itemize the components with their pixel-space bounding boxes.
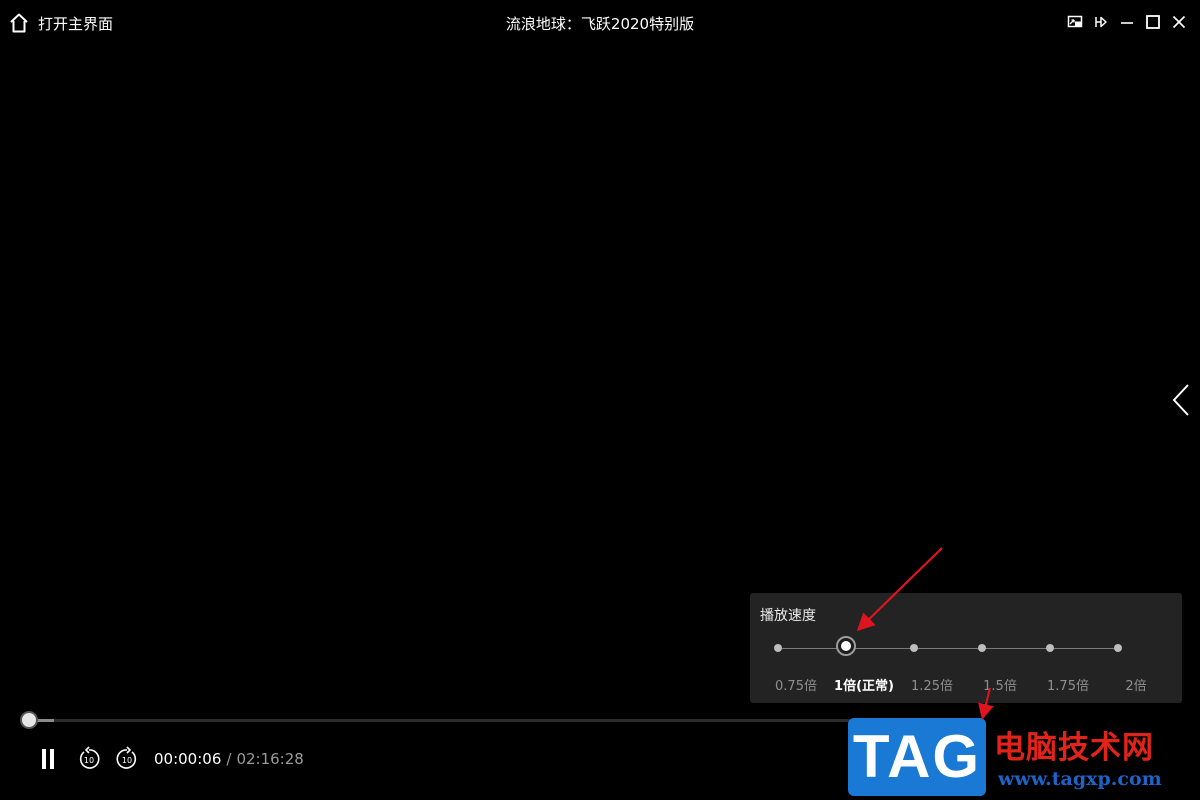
title-bar: 打开主界面 流浪地球：飞跃2020特别版 [0, 0, 1200, 46]
minimize-icon [1121, 22, 1133, 24]
maximize-icon [1146, 15, 1160, 29]
total-time: 02:16:28 [236, 750, 304, 768]
rewind-10-button[interactable]: 10 [76, 745, 102, 773]
speed-option-label[interactable]: 1.5倍 [983, 675, 1017, 694]
close-button[interactable] [1166, 8, 1192, 36]
time-separator: / [226, 750, 232, 768]
progress-handle[interactable] [22, 713, 36, 727]
video-title: 流浪地球：飞跃2020特别版 [505, 15, 695, 33]
speed-option-label[interactable]: 1.25倍 [911, 675, 953, 694]
expand-sidebar-chevron-icon[interactable] [1170, 383, 1192, 417]
tag-logo-text: TAG [852, 723, 982, 790]
forward-10-button[interactable]: 10 [114, 745, 140, 773]
speed-option-label[interactable]: 0.75倍 [775, 675, 817, 694]
picture-in-picture-icon [1067, 15, 1083, 28]
close-icon [1172, 15, 1186, 29]
speed-option-dot[interactable] [774, 644, 782, 652]
pin-icon [1095, 16, 1107, 28]
maximize-button[interactable] [1140, 8, 1166, 36]
playback-speed-title: 播放速度 [760, 608, 816, 624]
progress-bar[interactable] [22, 713, 850, 727]
speed-option-dot[interactable] [978, 644, 986, 652]
speed-option-dot[interactable] [1046, 644, 1054, 652]
speed-option-dot[interactable] [910, 644, 918, 652]
speed-option-dot[interactable] [836, 636, 856, 656]
window-controls [1062, 8, 1200, 36]
picture-in-picture-button[interactable] [1062, 8, 1088, 36]
rewind-10-icon: 10 [79, 746, 100, 769]
pin-on-top-button[interactable] [1088, 8, 1114, 36]
speed-option-label[interactable]: 1倍(正常) [834, 675, 894, 694]
speed-slider-track[interactable] [778, 648, 1119, 649]
speed-option-label[interactable]: 1.75倍 [1047, 675, 1089, 694]
forward-10-icon: 10 [116, 746, 137, 769]
forward-seconds-label: 10 [122, 756, 132, 765]
watermark-logo: TAG 电脑技术网 www.tagxp.com [848, 716, 1192, 800]
minimize-button[interactable] [1114, 8, 1140, 36]
playback-speed-panel: 播放速度 0.75倍 1倍(正常) 1.25倍 1.5倍 1.75倍 2倍 [750, 593, 1182, 703]
current-time: 00:00:06 [154, 750, 222, 768]
tag-logo-box: TAG [848, 718, 986, 796]
time-display: 00:00:06 / 02:16:28 [154, 750, 304, 768]
watermark-brand: 电脑技术网 [994, 730, 1154, 766]
pause-icon [42, 749, 54, 769]
rewind-seconds-label: 10 [84, 756, 94, 765]
pause-button[interactable] [36, 745, 60, 773]
playback-controls: 10 10 00:00:06 / 02:16:28 [36, 742, 304, 776]
watermark-url: www.tagxp.com [998, 768, 1162, 790]
speed-option-label[interactable]: 2倍 [1125, 675, 1146, 694]
speed-option-dot[interactable] [1114, 644, 1122, 652]
